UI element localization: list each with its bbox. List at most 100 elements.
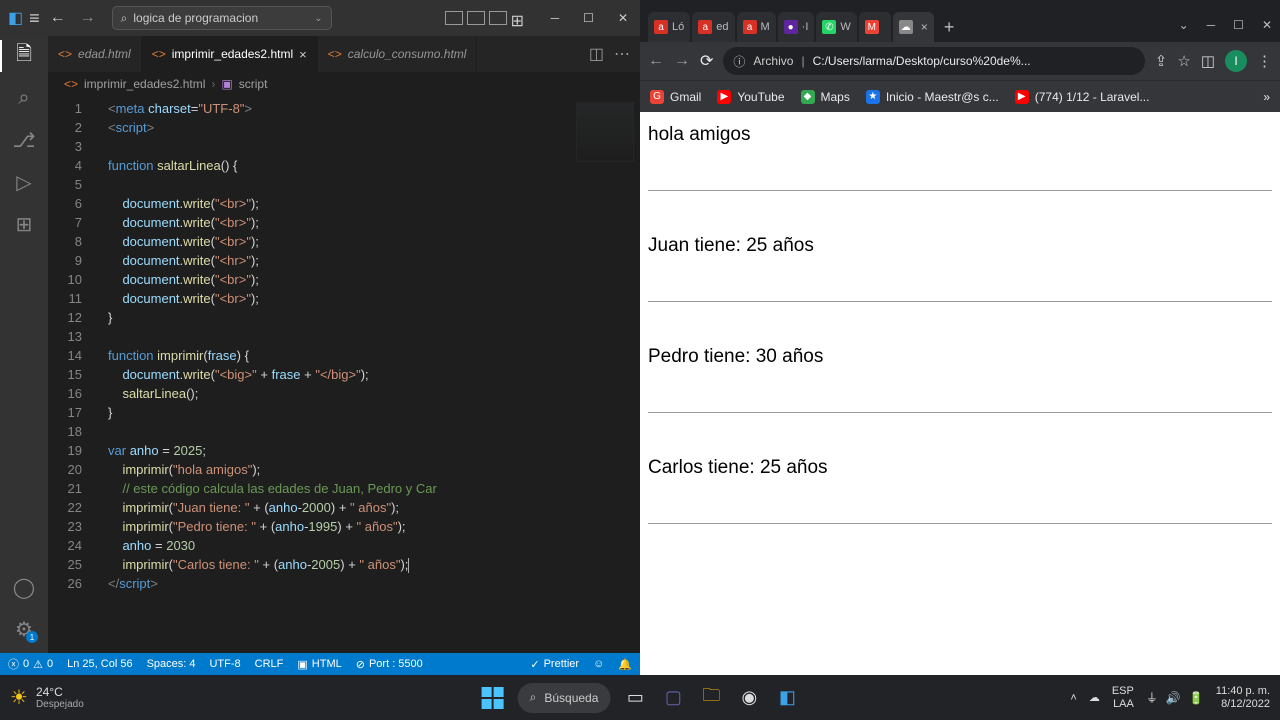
bookmarks-bar: GGmail▶YouTube◆Maps★Inicio - Maestr@s c.… [640,80,1280,112]
tray-wifi-icon[interactable]: ⏚ [1146,689,1158,706]
browser-tab[interactable]: aM [737,12,776,42]
status-errors[interactable]: ⓧ 0 ⚠ 0 [8,656,53,672]
chrome-minimize-button[interactable]: ─ [1207,18,1216,32]
browser-tab[interactable]: aed [692,12,734,42]
status-liveserver[interactable]: ⊘ Port : 5500 [356,658,423,671]
taskbar-app-vscode[interactable]: ◧ [774,685,800,711]
run-debug-icon[interactable]: ▷ [12,170,36,194]
output-line: hola amigos [648,124,750,145]
tab-label: imprimir_edades2.html [172,47,293,61]
extensions-icon[interactable]: ⊞ [12,212,36,236]
start-button[interactable] [480,685,506,711]
address-bar[interactable]: ⓘ Archivo | C:/Users/larma/Desktop/curso… [723,47,1144,75]
bookmarks-overflow-icon[interactable]: » [1263,90,1270,104]
tray-battery-icon[interactable]: 🔋 [1189,691,1204,705]
explorer-icon[interactable]: 🗎 [12,44,36,68]
taskbar-app-chrome[interactable]: ◉ [736,685,762,711]
sidepanel-icon[interactable]: ◫ [1201,52,1215,70]
chrome-tabstrip: aLóaedaM●·I✆WM☁× + ⌄ ─ ☐ ✕ [640,0,1280,42]
nav-forward-button[interactable]: → [76,7,100,29]
profile-avatar[interactable]: I [1225,50,1247,72]
browser-tab[interactable]: ☁× [893,12,934,42]
tray-volume-icon[interactable]: 🔊 [1166,691,1181,705]
weather-icon: ☀ [10,685,28,710]
source-control-icon[interactable]: ⎇ [12,128,36,152]
nav-back-button[interactable]: ← [46,7,70,29]
tray-overflow-icon[interactable]: ˄ [1070,692,1076,704]
bookmark-favicon-icon: ▶ [1015,90,1029,104]
taskbar-search[interactable]: ⌕Búsqueda [518,683,611,713]
status-encoding[interactable]: UTF-8 [209,658,240,670]
code-content[interactable]: <meta charset="UTF-8"><script>function s… [100,96,570,653]
html-file-icon: <> [328,47,342,61]
line-gutter: 1234567891011121314151617181920212223242… [48,96,100,653]
tray-onedrive-icon[interactable]: ☁ [1089,691,1100,704]
taskbar-app-explorer[interactable]: 🗀 [698,685,724,711]
chrome-maximize-button[interactable]: ☐ [1233,18,1244,32]
close-tab-icon[interactable]: × [921,20,928,34]
browser-tab[interactable]: aLó [648,12,690,42]
site-info-icon[interactable]: ⓘ [733,53,745,70]
share-icon[interactable]: ⇪ [1155,52,1168,70]
bookmark-item[interactable]: ▶(774) 1/12 - Laravel... [1015,90,1150,104]
close-button[interactable]: ✕ [614,11,632,25]
settings-gear-icon[interactable]: ⚙1 [12,617,36,641]
bookmark-item[interactable]: ▶YouTube [717,90,784,104]
bookmark-item[interactable]: ★Inicio - Maestr@s c... [866,90,999,104]
split-editor-icon[interactable]: ◫ [589,44,604,64]
taskbar-clock[interactable]: 11:40 p. m. 8/12/2022 [1216,685,1270,711]
editor-tab[interactable]: <>edad.html [48,36,142,72]
bookmark-favicon-icon: G [650,90,664,104]
chrome-dropdown-icon[interactable]: ⌄ [1179,18,1189,32]
editor-tab[interactable]: <>calculo_consumo.html [318,36,478,72]
bookmark-label: YouTube [737,90,784,104]
chrome-close-button[interactable]: ✕ [1262,18,1272,32]
minimap[interactable] [570,96,640,653]
browser-tab[interactable]: ●·I [778,12,815,42]
address-prefix: Archivo [753,54,793,68]
chrome-menu-icon[interactable]: ⋮ [1257,52,1272,70]
activity-bar: 🗎 ⌕ ⎇ ▷ ⊞ ◯ ⚙1 [0,36,48,653]
browser-tab[interactable]: ✆W [816,12,856,42]
account-icon[interactable]: ◯ [12,575,36,599]
bookmark-star-icon[interactable]: ☆ [1177,52,1190,70]
status-language[interactable]: ▣ HTML [297,658,341,671]
tray-language[interactable]: ESPLAA [1112,685,1134,711]
layout-icon-4[interactable]: ⊞ [511,11,529,25]
layout-icon-1[interactable] [445,11,463,25]
taskbar-app-chat[interactable]: ▢ [660,685,686,711]
status-position[interactable]: Ln 25, Col 56 [67,658,132,670]
task-view-icon[interactable]: ▭ [622,685,648,711]
tab-label: M [761,21,770,33]
status-feedback-icon[interactable]: ☺ [593,658,604,671]
editor-area: <>edad.html <> imprimir_edades2.html × <>cal… [48,36,640,653]
close-tab-icon[interactable]: × [299,47,307,62]
status-spaces[interactable]: Spaces: 4 [147,658,196,670]
maximize-button[interactable]: ☐ [579,11,598,25]
status-bell-icon[interactable]: 🔔 [618,658,632,671]
tab-label: ed [716,21,728,33]
hamburger-menu-icon[interactable]: ≡ [29,8,40,29]
breadcrumb-file: imprimir_edades2.html [84,77,205,91]
editor-tab[interactable]: <>imprimir_edades2.html× [142,36,318,72]
taskbar-weather[interactable]: ☀ 24°C Despejado [0,685,84,710]
browser-tab[interactable]: M [859,12,891,42]
minimize-button[interactable]: ─ [547,11,564,25]
status-prettier[interactable]: ✓ Prettier [530,658,579,671]
reload-button[interactable]: ⟳ [700,51,713,71]
bookmark-item[interactable]: ◆Maps [801,90,850,104]
more-actions-icon[interactable]: ⋯ [614,44,630,64]
layout-icon-2[interactable] [467,11,485,25]
status-eol[interactable]: CRLF [255,658,284,670]
breadcrumb[interactable]: <> imprimir_edades2.html › ▣ script [48,72,640,96]
bookmark-item[interactable]: GGmail [650,90,701,104]
bookmark-label: Maps [821,90,850,104]
layout-icon-3[interactable] [489,11,507,25]
new-tab-button[interactable]: + [936,17,963,42]
code-editor[interactable]: 1234567891011121314151617181920212223242… [48,96,640,653]
layout-controls: ⊞ [445,11,529,25]
forward-button[interactable]: → [674,52,690,70]
command-search[interactable]: ⌕ logica de programacion ⌄ [112,6,332,30]
back-button[interactable]: ← [648,52,664,70]
search-icon[interactable]: ⌕ [12,86,36,110]
